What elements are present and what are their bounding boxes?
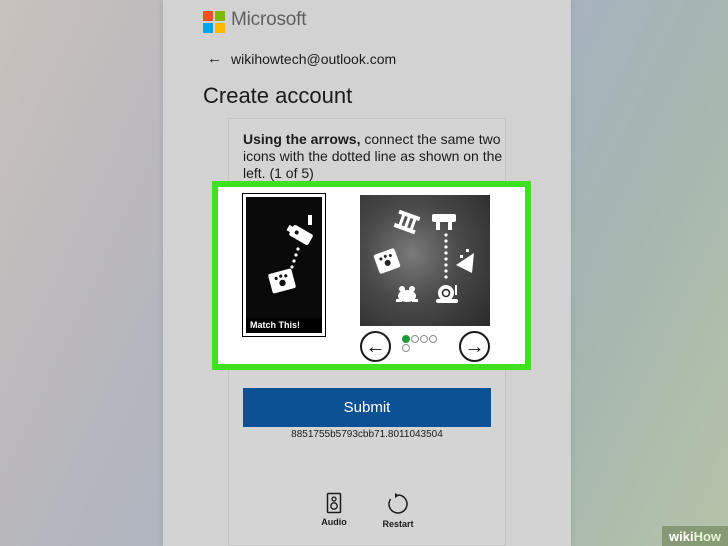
watermark-wiki: wiki <box>668 528 694 544</box>
dotted-line <box>444 233 448 279</box>
audio-label: Audio <box>321 517 347 527</box>
next-arrow-button[interactable]: → <box>459 331 490 362</box>
ref-mark-icon <box>308 215 312 225</box>
ref-film-projector-icon <box>286 224 313 245</box>
spool-icon <box>393 209 421 235</box>
frog-icon <box>396 286 418 302</box>
microsoft-logo-icon <box>203 11 225 33</box>
film-projector-icon <box>432 214 456 230</box>
submit-button[interactable]: Submit <box>243 388 491 427</box>
page-dot-2 <box>411 335 419 343</box>
challenge-icons <box>373 209 474 303</box>
page-title: Create account <box>203 83 353 108</box>
restart-icon[interactable] <box>386 492 410 516</box>
signup-card: Microsoft ← wikihowtech@outlook.com Crea… <box>163 0 571 546</box>
page-dot-4 <box>429 335 437 343</box>
prev-arrow-button[interactable]: ← <box>360 331 391 362</box>
brand-name: Microsoft <box>231 9 307 30</box>
puzzle-instructions: Using the arrows, connect the same two i… <box>243 131 503 182</box>
reference-image: Match This! <box>242 193 326 337</box>
watermark-how: How <box>693 528 722 544</box>
page-dot-5 <box>402 344 410 352</box>
wikihow-watermark: wiki How <box>662 526 728 546</box>
party-hat-icon <box>456 249 474 273</box>
back-arrow-icon[interactable]: ← <box>207 50 222 67</box>
restart-button[interactable]: Restart <box>377 492 419 529</box>
audio-button[interactable]: Audio <box>318 492 350 527</box>
reference-icons <box>268 215 313 294</box>
challenge-id: 8851755b5793cbb71.8011043504 <box>291 429 443 440</box>
snail-icon <box>436 285 458 303</box>
page-dot-1 <box>402 335 410 343</box>
challenge-image[interactable] <box>360 195 490 326</box>
instruction-bold: Using the arrows, <box>243 131 361 147</box>
reference-label: Match This! <box>246 318 322 333</box>
restart-label: Restart <box>382 519 414 529</box>
page-dot-3 <box>420 335 428 343</box>
ref-paw-box-icon <box>268 268 296 294</box>
paw-box-icon <box>373 248 401 274</box>
back-to-email[interactable]: ← wikihowtech@outlook.com <box>207 50 396 67</box>
account-email: wikihowtech@outlook.com <box>231 50 397 67</box>
speaker-icon[interactable] <box>326 492 342 514</box>
